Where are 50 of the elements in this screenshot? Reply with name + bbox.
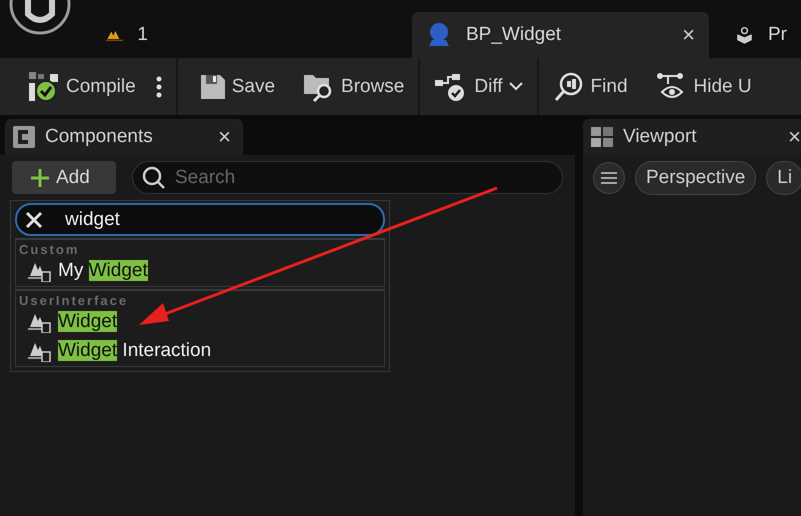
clear-icon[interactable] xyxy=(25,210,43,228)
component-item[interactable]: Widget Interaction xyxy=(16,337,384,365)
document-tab[interactable]: 1 xyxy=(92,12,162,58)
category-label: Custom xyxy=(18,241,80,257)
toolbar-label: Find xyxy=(590,76,628,98)
close-icon[interactable]: × xyxy=(788,124,801,150)
toolbar-label: Browse xyxy=(341,76,404,98)
viewport-icon xyxy=(591,127,613,147)
menu-icon xyxy=(601,172,617,184)
search-field[interactable]: Search xyxy=(132,161,563,194)
panel-tab[interactable]: Viewport × xyxy=(583,119,801,155)
toolbar-label: Compile xyxy=(66,76,136,98)
viewport-button[interactable]: Li xyxy=(766,161,801,195)
item-label: Widget xyxy=(58,311,118,333)
toolbar-button[interactable]: Compile xyxy=(14,58,176,115)
tab-label: BP_Widget xyxy=(466,24,562,46)
toolbar-label: Save xyxy=(232,76,276,98)
add-button[interactable]: Add xyxy=(12,161,116,194)
panel-title: Viewport xyxy=(623,126,697,148)
search-icon xyxy=(142,166,166,190)
close-icon[interactable]: × xyxy=(682,22,695,48)
component-item[interactable]: Widget xyxy=(16,308,384,336)
tab-label: Pr xyxy=(768,24,787,46)
chevron-down-icon xyxy=(508,82,523,91)
plus-icon xyxy=(30,168,50,188)
blueprint-icon xyxy=(426,22,452,48)
more-options-icon[interactable] xyxy=(156,76,162,98)
search-icon xyxy=(552,70,585,102)
document-tab[interactable]: BP_Widget × xyxy=(412,12,709,58)
compile-icon xyxy=(28,70,60,102)
toolbar-button[interactable]: Find xyxy=(538,58,642,115)
tab-label: 1 xyxy=(137,24,148,46)
components-icon xyxy=(13,126,35,148)
menu-button[interactable] xyxy=(593,162,625,194)
toolbar-button[interactable]: Diff xyxy=(420,58,537,115)
filter-field[interactable]: widget xyxy=(15,203,385,236)
document-tab[interactable]: Pr xyxy=(721,12,801,58)
save-icon xyxy=(200,74,226,100)
category-label: UserInterface xyxy=(18,292,130,308)
engine-logo[interactable] xyxy=(8,0,72,36)
toolbar-label: Diff xyxy=(474,76,503,98)
toolbar-button[interactable]: Save xyxy=(178,58,290,115)
panel-tab[interactable]: Components × xyxy=(5,119,243,155)
viewport-button[interactable]: Perspective xyxy=(635,161,756,195)
panel-title: Components xyxy=(45,126,153,148)
toolbar-label: Hide U xyxy=(694,76,752,98)
item-label: Widget Interaction xyxy=(58,340,212,362)
toolbar-button[interactable]: Hide U xyxy=(642,58,766,115)
close-icon[interactable]: × xyxy=(218,124,231,150)
toolbar-button[interactable]: Browse xyxy=(289,58,418,115)
